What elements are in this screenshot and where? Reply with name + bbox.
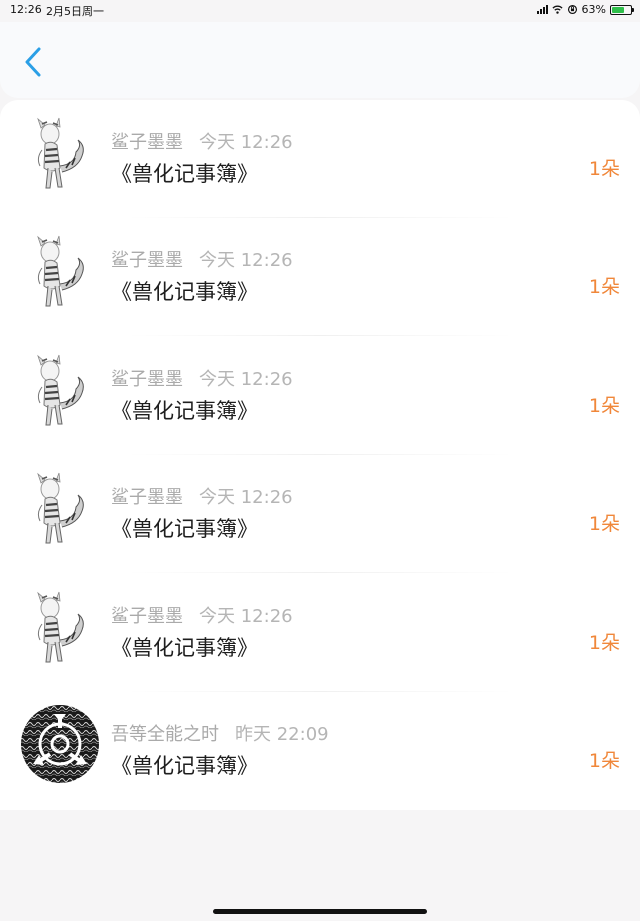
sender-line: 鲨子墨墨 今天 12:26 [111,365,293,391]
status-date: 2月5日周一 [46,5,104,18]
divider [125,335,515,336]
sender-line: 吾等全能之时 昨天 22:09 [111,720,329,746]
list-item[interactable]: 鲨子墨墨 今天 12:26 《兽化记事簿》 1朵 [0,218,640,336]
avatar[interactable] [20,471,100,551]
work-title: 《兽化记事簿》 [111,399,258,423]
back-button[interactable] [18,42,50,82]
list-item[interactable]: 鲨子墨墨 今天 12:26 《兽化记事簿》 1朵 [0,100,640,218]
flower-count: 1朵 [588,513,620,535]
sender-name: 鲨子墨墨 [111,250,183,271]
flower-count: 1朵 [588,632,620,654]
sent-time: 昨天 22:09 [235,724,329,745]
avatar[interactable] [20,353,100,433]
sender-line: 鲨子墨墨 今天 12:26 [111,602,293,628]
battery-icon [610,4,634,15]
sender-name: 鲨子墨墨 [111,132,183,153]
list-item[interactable]: 鲨子墨墨 今天 12:26 《兽化记事簿》 1朵 [0,455,640,573]
sent-time: 今天 12:26 [199,487,293,508]
work-title: 《兽化记事簿》 [111,636,258,660]
sender-line: 鲨子墨墨 今天 12:26 [111,128,293,154]
battery-percent: 63% [581,3,606,16]
avatar[interactable] [20,234,100,314]
sender-line: 鲨子墨墨 今天 12:26 [111,246,293,272]
status-indicators: 63% [536,3,634,16]
flower-count: 1朵 [588,750,620,772]
list-item[interactable]: 鲨子墨墨 今天 12:26 《兽化记事簿》 1朵 [0,574,640,692]
chevron-left-icon [25,47,41,77]
sender-line: 鲨子墨墨 今天 12:26 [111,483,293,509]
work-title: 《兽化记事簿》 [111,517,258,541]
sent-time: 今天 12:26 [199,606,293,627]
sender-name: 吾等全能之时 [111,724,219,745]
home-indicator [213,909,427,914]
list-item[interactable]: 吾等全能之时 昨天 22:09 《兽化记事簿》 1朵 [0,692,640,810]
sender-name: 鲨子墨墨 [111,487,183,508]
status-time: 12:26 [10,3,42,16]
sent-time: 今天 12:26 [199,132,293,153]
wifi-icon [552,5,563,14]
header [0,22,640,98]
list-item[interactable]: 鲨子墨墨 今天 12:26 《兽化记事簿》 1朵 [0,337,640,455]
flower-count: 1朵 [588,276,620,298]
sender-name: 鲨子墨墨 [111,606,183,627]
avatar[interactable] [20,590,100,670]
sent-time: 今天 12:26 [199,250,293,271]
rotation-lock-icon [567,4,577,15]
sent-time: 今天 12:26 [199,369,293,390]
flower-count: 1朵 [588,395,620,417]
avatar[interactable] [20,116,100,196]
sender-name: 鲨子墨墨 [111,369,183,390]
work-title: 《兽化记事簿》 [111,280,258,304]
avatar[interactable] [20,704,100,784]
flower-count: 1朵 [588,158,620,180]
work-title: 《兽化记事簿》 [111,162,258,186]
status-bar: 12:26 2月5日周一 63% [0,0,640,22]
signal-icon [536,5,548,14]
divider [125,572,515,573]
work-title: 《兽化记事簿》 [111,754,258,778]
gift-record-list: 鲨子墨墨 今天 12:26 《兽化记事簿》 1朵 鲨子墨墨 今天 12:26 《兽化… [0,100,640,810]
